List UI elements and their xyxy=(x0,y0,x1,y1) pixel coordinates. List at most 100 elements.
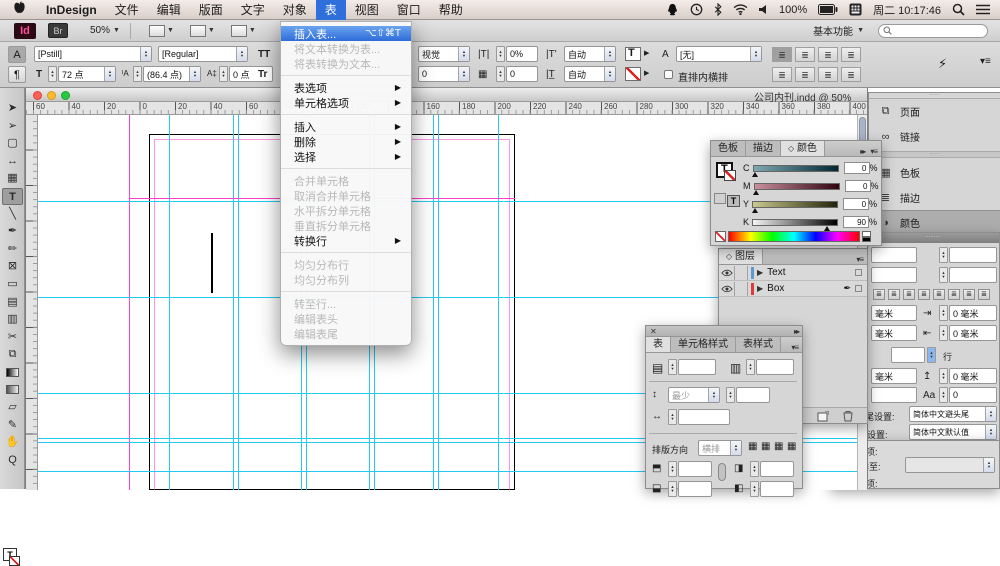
stroke-color-swatch[interactable] xyxy=(625,67,641,81)
table-panel-menu-icon[interactable]: ▾≡ xyxy=(791,343,802,352)
table-rows-stepper[interactable]: ▲▼ xyxy=(668,359,677,375)
wifi-icon[interactable] xyxy=(733,4,748,15)
layer-lock-cell[interactable] xyxy=(735,282,748,296)
align-button-1[interactable]: ≣ xyxy=(795,47,815,62)
stroke-flyout-arrow-icon[interactable]: ▶ xyxy=(644,69,649,77)
table-panel-titlebar[interactable]: ✕ ▸▸ xyxy=(646,326,802,337)
para-value-field[interactable]: 0 毫米 xyxy=(949,325,997,341)
menu-item-转换行[interactable]: 转换行▶ xyxy=(281,233,411,248)
horizontal-grid-tool[interactable]: ▤ xyxy=(2,294,23,311)
para-stepper[interactable]: ▲▼ xyxy=(939,368,948,384)
document-titlebar[interactable]: 公司内刊.indd @ 50% xyxy=(26,88,867,102)
align-center-grid-icon[interactable]: ▦ xyxy=(761,441,770,452)
tatechuyoko-checkbox[interactable] xyxy=(664,70,673,79)
para-value-field[interactable] xyxy=(949,247,997,263)
layer-target-square[interactable] xyxy=(855,285,862,292)
text-stroke-proxy[interactable] xyxy=(724,170,736,181)
close-panel-icon[interactable]: ✕ xyxy=(650,327,657,336)
all-caps-button[interactable]: TT xyxy=(258,49,270,60)
para-unit-field[interactable]: 毫米 xyxy=(871,368,917,384)
slider-track-K[interactable] xyxy=(752,219,838,226)
layer-expand-icon[interactable]: ▶ xyxy=(757,284,763,293)
char-scale-field[interactable]: 0% xyxy=(506,46,538,62)
column-guide[interactable] xyxy=(169,115,170,490)
paragraph-panel-header[interactable]: ⋯⋯⋯ xyxy=(867,233,999,243)
para-unit-field[interactable] xyxy=(871,247,917,263)
workspace-switcher[interactable]: 基本功能▼ xyxy=(813,23,864,38)
inset-top-stepper[interactable]: ▲▼ xyxy=(668,461,677,477)
menubar-item-窗口[interactable]: 窗口 xyxy=(388,0,430,20)
fill-flyout-arrow-icon[interactable]: ▶ xyxy=(644,49,649,57)
volume-icon[interactable] xyxy=(759,4,768,15)
gap-tool[interactable]: ↔ xyxy=(2,153,23,170)
aki-right-combo[interactable]: 自动▲▼ xyxy=(564,66,616,82)
para-unit-field[interactable]: 毫米 xyxy=(871,305,917,321)
kerning-pair-stepper[interactable]: ▲▼ xyxy=(219,66,228,82)
align-button-4[interactable]: ≣ xyxy=(772,67,792,82)
layer-expand-icon[interactable]: ▶ xyxy=(757,268,763,277)
vertical-grid-tool[interactable]: ▥ xyxy=(2,311,23,328)
tab-stroke[interactable]: 描边 xyxy=(746,141,781,156)
toolbar-stroke-proxy[interactable] xyxy=(9,556,20,566)
menu-item-单元格选项[interactable]: 单元格选项▶ xyxy=(281,95,411,110)
column-guide[interactable] xyxy=(498,115,499,490)
dock-item-链接[interactable]: ∞链接 xyxy=(869,124,1000,149)
color-spectrum-bar[interactable] xyxy=(728,231,860,242)
bridge-icon[interactable]: Br xyxy=(48,23,68,38)
leading-stepper[interactable]: ▲▼ xyxy=(133,66,142,82)
paragraph-align-mini-button[interactable]: ≣ xyxy=(903,289,915,300)
row-height-stepper[interactable]: ▲▼ xyxy=(726,387,735,403)
bluetooth-icon[interactable] xyxy=(714,3,722,16)
visibility-eye-icon[interactable] xyxy=(719,282,735,296)
tab-layers[interactable]: ◇ 图层 xyxy=(719,249,763,264)
type-tool[interactable]: T xyxy=(2,188,23,205)
grid-count-field[interactable]: 0 xyxy=(506,66,538,82)
menubar-item-表[interactable]: 表 xyxy=(316,0,346,20)
slider-thumb-K[interactable] xyxy=(824,226,830,231)
text-affects-button[interactable]: T xyxy=(727,195,740,207)
table-rows-field[interactable] xyxy=(678,359,716,375)
column-guide[interactable] xyxy=(438,115,439,490)
menubar-item-视图[interactable]: 视图 xyxy=(346,0,388,20)
font-size-combo[interactable]: 72 点▲▼ xyxy=(58,66,116,82)
search-input[interactable] xyxy=(878,24,988,38)
align-button-3[interactable]: ≣ xyxy=(841,47,861,62)
line-tool[interactable]: ╲ xyxy=(2,206,23,223)
kerning-mode-combo[interactable]: 视觉▲▼ xyxy=(418,46,470,62)
time-machine-icon[interactable] xyxy=(690,3,703,16)
slider-track-Y[interactable] xyxy=(752,201,838,208)
paragraph-align-mini-button[interactable]: ≣ xyxy=(978,289,990,300)
paragraph-align-mini-button[interactable]: ≣ xyxy=(948,289,960,300)
tab-table[interactable]: 表 xyxy=(646,337,671,352)
column-guide[interactable] xyxy=(233,115,234,490)
grid-count-stepper[interactable]: ▲▼ xyxy=(496,66,505,82)
zoom-window-button[interactable] xyxy=(61,91,70,100)
para-value-field[interactable]: 0 xyxy=(949,387,997,403)
margin-guide-vertical[interactable] xyxy=(129,115,130,490)
container-affects-button[interactable] xyxy=(714,193,726,204)
screen-mode-button[interactable]: ▼ xyxy=(190,25,215,37)
dock-item-描边[interactable]: ≣描边 xyxy=(869,185,1000,210)
slider-thumb-Y[interactable] xyxy=(752,208,758,213)
frame-tool[interactable]: ⊠ xyxy=(2,258,23,275)
row-height-field[interactable] xyxy=(736,387,770,403)
inset-bottom-field[interactable] xyxy=(678,481,712,497)
qq-icon[interactable] xyxy=(666,3,679,16)
menubar-item-版面[interactable]: 版面 xyxy=(190,0,232,20)
para-unit-field[interactable] xyxy=(871,387,917,403)
menu-item-插入表[interactable]: 插入表...⌥⇧⌘T xyxy=(281,26,411,41)
wrap-to-combo[interactable]: ▲▼ xyxy=(905,457,995,473)
font-size-stepper[interactable]: ▲▼ xyxy=(48,66,57,82)
tab-table-styles[interactable]: 表样式 xyxy=(736,337,781,352)
para-value-field[interactable]: 0 毫米 xyxy=(949,305,997,321)
para-stepper[interactable]: ▲▼ xyxy=(939,325,948,341)
paragraph-align-mini-button[interactable]: ≣ xyxy=(888,289,900,300)
selection-tool[interactable]: ➤ xyxy=(2,100,23,117)
horizontal-ruler[interactable]: 6040200204060801001201401601802002202402… xyxy=(26,102,867,115)
slider-value-C[interactable]: 0 xyxy=(844,162,870,174)
control-panel-menu-icon[interactable]: ▾≡ xyxy=(980,56,991,67)
delete-layer-icon[interactable] xyxy=(843,410,853,422)
align-button-5[interactable]: ≣ xyxy=(795,67,815,82)
content-collector-tool[interactable]: ▦ xyxy=(2,170,23,187)
dropcap-lines-field[interactable] xyxy=(891,347,925,363)
